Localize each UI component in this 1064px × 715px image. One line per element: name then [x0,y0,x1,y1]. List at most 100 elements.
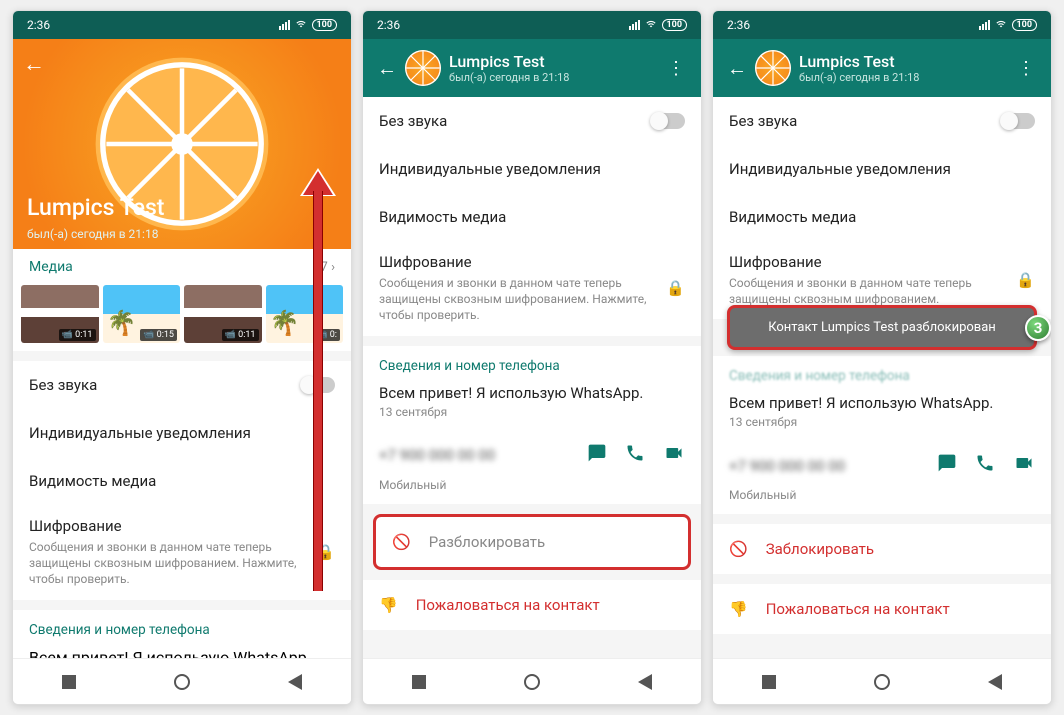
video-icon[interactable] [663,443,685,468]
mute-label: Без звука [29,376,97,394]
switch-icon[interactable] [1001,113,1035,129]
about-phone-header: Сведения и номер телефона [13,610,351,644]
custom-notifications-row[interactable]: Индивидуальные уведомления [363,145,701,193]
app-bar: ← Lumpics Test был(-а) сегодня в 21:18 ⋮ [363,39,701,97]
nav-recent-icon[interactable] [762,675,776,689]
appbar-subtitle: был(-а) сегодня в 21:18 [799,71,1007,84]
media-visibility-row[interactable]: Видимость медиа [13,457,351,505]
media-visibility-label: Видимость медиа [29,472,156,490]
mute-toggle-row[interactable]: Без звука [13,361,351,409]
media-visibility-row[interactable]: Видимость медиа [713,193,1051,241]
nav-bar [363,658,701,704]
lock-icon: 🔒 [666,279,685,297]
block-icon: 🚫 [392,533,411,551]
lock-icon: 🔒 [1016,271,1035,289]
encryption-row[interactable]: Шифрование Сообщения и звонки в данном ч… [363,241,701,336]
status-time: 2:36 [377,18,400,32]
toast-text: Контакт Lumpics Test разблокирован [768,320,996,335]
switch-icon[interactable] [651,113,685,129]
mute-toggle-row[interactable]: Без звука [363,97,701,145]
status-bar: 2:36 100 [363,11,701,39]
nav-recent-icon[interactable] [412,675,426,689]
encryption-desc: Сообщения и звонки в данном чате теперь … [29,539,306,588]
report-button[interactable]: 👍 Пожаловаться на контакт [363,580,701,630]
contact-name: Lumpics Test [27,194,164,221]
back-icon[interactable]: ← [719,48,755,89]
custom-notifications-row[interactable]: Индивидуальные уведомления [13,409,351,457]
mute-toggle-row[interactable]: Без звука [713,97,1051,145]
nav-home-icon[interactable] [174,674,190,690]
appbar-subtitle: был(-а) сегодня в 21:18 [449,71,657,84]
annotation-arrow-up [303,171,333,591]
phone-screen-3: 2:36 100 ← Lumpics Test был(-а) сегодня … [712,10,1052,705]
avatar-icon[interactable] [405,50,441,86]
block-icon: 🚫 [729,540,748,558]
custom-notifications-row[interactable]: Индивидуальные уведомления [713,145,1051,193]
status-date: 13 сентября [729,415,1035,429]
contact-status: Всем привет! Я использую WhatsApp. [729,394,1035,412]
report-label: Пожаловаться на контакт [416,596,600,614]
signal-icon [979,20,990,30]
avatar-icon[interactable] [755,50,791,86]
phone-number-row[interactable]: +7 900 000 00 00 [363,433,701,478]
battery-icon: 100 [312,19,338,31]
wifi-icon [994,18,1008,32]
nav-home-icon[interactable] [874,674,890,690]
status-bar: 2:36 100 [713,11,1051,39]
unblock-label: Разблокировать [429,533,545,551]
nav-back-icon[interactable] [638,674,652,690]
report-label: Пожаловаться на контакт [766,600,950,618]
nav-back-icon[interactable] [288,674,302,690]
signal-icon [629,20,640,30]
nav-bar [13,658,351,704]
media-label: Медиа [29,259,73,275]
more-icon[interactable]: ⋮ [1007,50,1045,87]
nav-back-icon[interactable] [988,674,1002,690]
message-icon[interactable] [587,443,607,468]
status-time: 2:36 [27,18,50,32]
phone-screen-1: 2:36 100 ← Lumpics Test был(-а) сегодня … [12,10,352,705]
toast-unblocked: Контакт Lumpics Test разблокирован [727,305,1037,350]
contact-last-seen: был(-а) сегодня в 21:18 [27,227,158,241]
block-button[interactable]: 🚫 Заблокировать [713,524,1051,574]
report-button[interactable]: 👍 Пожаловаться на контакт [713,584,1051,634]
status-date: 13 сентября [379,405,685,419]
nav-recent-icon[interactable] [62,675,76,689]
call-icon[interactable] [975,453,995,478]
status-bar: 2:36 100 [13,11,351,39]
thumbs-down-icon: 👍 [729,600,748,618]
signal-icon [279,20,290,30]
annotation-marker-3: 3 [1025,315,1051,341]
back-icon[interactable]: ← [23,51,45,77]
call-icon[interactable] [625,443,645,468]
message-icon[interactable] [937,453,957,478]
media-thumbnails[interactable]: 📹 0:11 🌴📹 0:15 📹 0:11 🌴📹 0: [13,285,351,351]
about-phone-header: Сведения и номер телефона [363,346,701,380]
phone-screen-2: 2:36 100 ← Lumpics Test был(-а) сегодня … [362,10,702,705]
nav-home-icon[interactable] [524,674,540,690]
app-bar: ← Lumpics Test был(-а) сегодня в 21:18 ⋮ [713,39,1051,97]
appbar-title: Lumpics Test [449,52,657,71]
nav-bar [713,658,1051,704]
more-icon[interactable]: ⋮ [657,50,695,87]
unblock-button[interactable]: 🚫 Разблокировать [376,517,688,567]
custom-notif-label: Индивидуальные уведомления [29,424,251,442]
battery-icon: 100 [1012,19,1038,31]
phone-type: Мобильный [363,478,701,504]
wifi-icon [294,18,308,32]
media-section-header[interactable]: Медиа 7 › [13,249,351,285]
encryption-row[interactable]: Шифрование Сообщения и звонки в данном ч… [13,505,351,600]
phone-number-blurred: +7 900 000 00 00 [729,457,845,475]
phone-number-row[interactable]: +7 900 000 00 00 [713,443,1051,488]
phone-type: Мобильный [713,488,1051,514]
about-phone-header: Сведения и номер телефона [713,356,1051,390]
video-icon[interactable] [1013,453,1035,478]
status-time: 2:36 [727,18,750,32]
phone-number-blurred: +7 900 000 00 00 [379,446,495,464]
thumbs-down-icon: 👍 [379,596,398,614]
block-label: Заблокировать [766,540,874,558]
contact-status: Всем привет! Я использую WhatsApp. [379,384,685,402]
media-visibility-row[interactable]: Видимость медиа [363,193,701,241]
contact-status: Всем привет! Я использую WhatsApp [13,644,351,658]
back-icon[interactable]: ← [369,48,405,89]
